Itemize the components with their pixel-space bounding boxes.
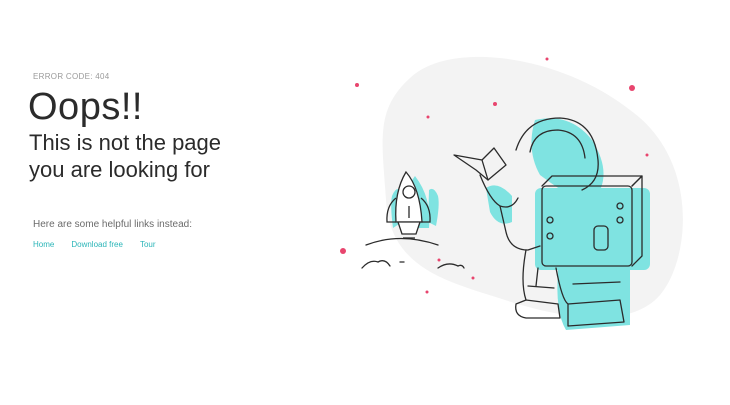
lost-astronaut-illustration bbox=[330, 0, 730, 400]
illustration-svg bbox=[340, 56, 683, 330]
link-download-free[interactable]: Download free bbox=[71, 240, 123, 249]
page-title: Oops!! bbox=[28, 86, 143, 128]
background-blob bbox=[382, 56, 683, 318]
error-code-label: ERROR CODE: 404 bbox=[33, 72, 110, 81]
link-home[interactable]: Home bbox=[33, 240, 54, 249]
subtitle-line-1: This is not the page bbox=[29, 130, 222, 155]
helpful-links-text: Here are some helpful links instead: bbox=[33, 219, 192, 230]
link-tour[interactable]: Tour bbox=[140, 240, 156, 249]
helpful-links: Home Download free Tour bbox=[33, 240, 156, 249]
error-content: ERROR CODE: 404 Oops!! This is not the p… bbox=[0, 0, 330, 400]
subtitle-line-2: you are looking for bbox=[29, 157, 210, 182]
page-subtitle: This is not the page you are looking for bbox=[29, 129, 329, 183]
